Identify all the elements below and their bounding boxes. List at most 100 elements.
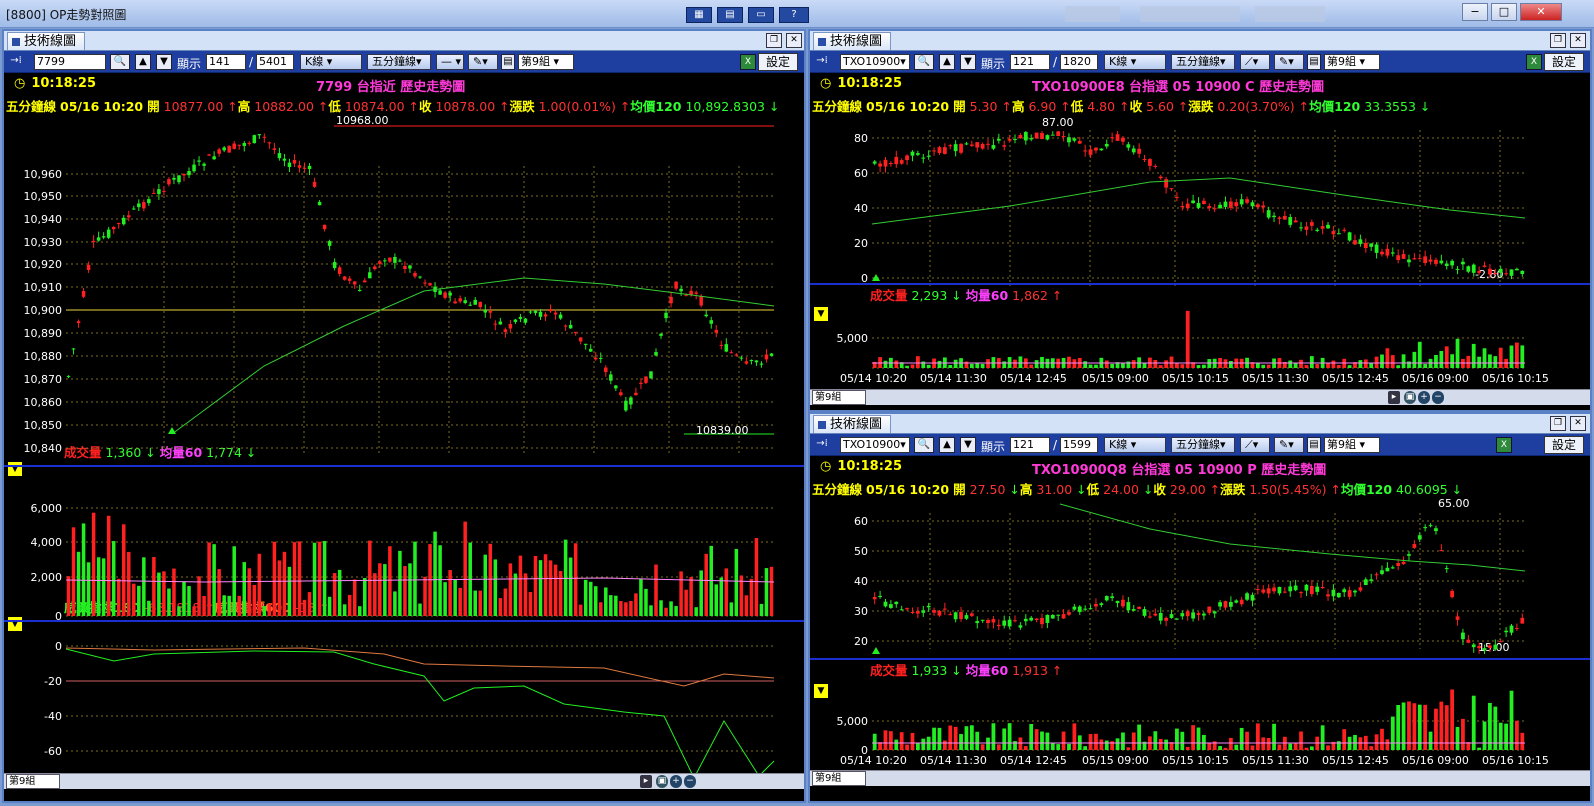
toolbar-layout3-icon[interactable]: ▭ bbox=[748, 7, 774, 23]
volume-bar bbox=[759, 603, 764, 616]
price-candle bbox=[1315, 229, 1320, 231]
price-candle bbox=[1401, 561, 1406, 565]
panel-close-icon[interactable]: ✕ bbox=[786, 33, 802, 48]
maximize-button[interactable]: □ bbox=[1491, 3, 1517, 21]
zoom-out-icon[interactable]: − bbox=[1432, 391, 1444, 404]
volume-bar bbox=[1363, 359, 1368, 368]
group-select[interactable]: 第9組 ▾ bbox=[1324, 437, 1380, 453]
zoom-in-icon[interactable]: + bbox=[670, 775, 682, 788]
price-candle bbox=[1488, 268, 1492, 275]
zoom-in-icon[interactable]: + bbox=[1418, 391, 1430, 404]
settings-button[interactable]: 設定 bbox=[758, 53, 798, 71]
line-style-dropdown[interactable]: — ▾ bbox=[436, 54, 464, 70]
excel-icon[interactable]: X bbox=[740, 54, 756, 70]
price-candle bbox=[187, 170, 191, 176]
restore-icon[interactable]: ❐ bbox=[1550, 33, 1566, 48]
kline-dropdown[interactable]: K線 ▾ bbox=[300, 54, 362, 70]
volume-bar bbox=[659, 600, 663, 616]
price-candle bbox=[262, 136, 267, 138]
tab-technical-chart[interactable]: 技術線圖 bbox=[7, 32, 86, 50]
panel-close-icon[interactable]: ✕ bbox=[1570, 416, 1586, 431]
symbol-input[interactable]: TXO10900▾ bbox=[840, 437, 910, 453]
bottom-bar: 第9組 ▸ ▣ + − bbox=[810, 389, 1590, 405]
scroll-right-icon[interactable]: ▸ bbox=[640, 775, 652, 788]
link-arrow-icon[interactable]: →⁞ bbox=[813, 437, 831, 453]
up-arrow-button[interactable]: ▲ bbox=[939, 437, 955, 453]
draw-tool-dropdown[interactable]: ✎▾ bbox=[1274, 54, 1304, 70]
search-icon[interactable]: 🔍 bbox=[914, 437, 934, 453]
grid-icon[interactable]: ▤ bbox=[1307, 54, 1321, 70]
toolbar-layout1-icon[interactable]: ▦ bbox=[686, 7, 712, 23]
show-count-input[interactable]: 141 bbox=[206, 54, 246, 70]
price-candle bbox=[483, 310, 488, 313]
price-candle bbox=[408, 265, 412, 269]
volume-bar bbox=[1158, 365, 1163, 368]
price-candle bbox=[1434, 259, 1438, 264]
group-select[interactable]: 第9組 ▾ bbox=[518, 54, 574, 70]
search-icon[interactable]: 🔍 bbox=[110, 54, 130, 70]
price-candle bbox=[764, 354, 769, 360]
up-arrow-button[interactable]: ▲ bbox=[939, 54, 955, 70]
price-candle bbox=[66, 375, 71, 377]
symbol-input[interactable]: 7799 bbox=[34, 54, 106, 70]
minimize-button[interactable]: − bbox=[1462, 3, 1488, 21]
volume-bar bbox=[76, 551, 81, 616]
grid-icon[interactable]: ▤ bbox=[501, 54, 515, 70]
up-arrow-button[interactable]: ▲ bbox=[135, 54, 151, 70]
link-arrow-icon[interactable]: →⁞ bbox=[7, 54, 25, 70]
link-arrow-icon[interactable]: →⁞ bbox=[813, 54, 831, 70]
price-candle bbox=[1099, 603, 1104, 605]
grid-icon[interactable]: ▤ bbox=[1307, 437, 1321, 453]
group-select[interactable]: 第9組 ▾ bbox=[1324, 54, 1380, 70]
draw-tool-dropdown[interactable]: ✎▾ bbox=[468, 54, 498, 70]
price-candle bbox=[1461, 261, 1465, 265]
price-candle bbox=[1336, 233, 1341, 235]
excel-icon[interactable]: X bbox=[1526, 54, 1542, 70]
volume-bar bbox=[905, 744, 909, 750]
kline-dropdown[interactable]: K線 ▾ bbox=[1104, 54, 1166, 70]
tab-technical-chart[interactable]: 技術線圖 bbox=[813, 32, 892, 50]
symbol-input[interactable]: TXO10900▾ bbox=[840, 54, 910, 70]
settings-button[interactable]: 設定 bbox=[1544, 53, 1584, 71]
panel-close-icon[interactable]: ✕ bbox=[1570, 33, 1586, 48]
bottom-group-select[interactable]: 第9組 bbox=[812, 390, 866, 405]
line-tool-dropdown[interactable]: ⟋▾ bbox=[1240, 54, 1270, 70]
volume-bar bbox=[1407, 361, 1411, 368]
pin-icon[interactable]: ▣ bbox=[656, 775, 668, 788]
chart-title: TXO10900E8 台指選 05 10900 C 歷史走勢圖 bbox=[1032, 80, 1325, 95]
price-candle bbox=[749, 359, 754, 361]
restore-icon[interactable]: ❐ bbox=[766, 33, 782, 48]
down-arrow-button[interactable]: ▼ bbox=[960, 437, 976, 453]
scroll-right-icon[interactable]: ▸ bbox=[1388, 391, 1400, 404]
pin-icon[interactable]: ▣ bbox=[1404, 391, 1416, 404]
down-arrow-button[interactable]: ▼ bbox=[156, 54, 172, 70]
zoom-out-icon[interactable]: − bbox=[684, 775, 696, 788]
search-icon[interactable]: 🔍 bbox=[914, 54, 934, 70]
y-tick-label: 20 bbox=[854, 635, 868, 648]
toolbar-layout2-icon[interactable]: ▤ bbox=[717, 7, 743, 23]
toolbar-help-icon[interactable]: ? bbox=[779, 7, 809, 23]
interval-dropdown[interactable]: 五分鐘線▾ bbox=[1171, 54, 1235, 70]
line-tool-dropdown[interactable]: ⟋▾ bbox=[1240, 437, 1270, 453]
price-candle bbox=[1099, 148, 1104, 151]
settings-button[interactable]: 設定 bbox=[1544, 436, 1584, 454]
volume-bar bbox=[272, 541, 277, 616]
down-arrow-button[interactable]: ▼ bbox=[960, 54, 976, 70]
kline-dropdown[interactable]: K線 ▾ bbox=[1104, 437, 1166, 453]
price-candle bbox=[694, 292, 698, 294]
close-button[interactable]: ✕ bbox=[1520, 3, 1562, 21]
price-candle bbox=[905, 608, 909, 610]
bottom-group-select[interactable]: 第9組 bbox=[6, 774, 60, 789]
show-count-input[interactable]: 121 bbox=[1010, 54, 1050, 70]
price-candle bbox=[915, 611, 920, 614]
price-candle bbox=[1018, 625, 1023, 628]
restore-icon[interactable]: ❐ bbox=[1550, 416, 1566, 431]
interval-dropdown[interactable]: 五分鐘線▾ bbox=[1171, 437, 1235, 453]
show-count-input[interactable]: 121 bbox=[1010, 437, 1050, 453]
draw-tool-dropdown[interactable]: ✎▾ bbox=[1274, 437, 1304, 453]
interval-dropdown[interactable]: 五分鐘線▾ bbox=[367, 54, 431, 70]
tab-technical-chart[interactable]: 技術線圖 bbox=[813, 415, 892, 433]
volume-bar bbox=[1266, 364, 1271, 368]
bottom-group-select[interactable]: 第9組 bbox=[812, 771, 866, 786]
excel-icon[interactable]: X bbox=[1496, 437, 1512, 453]
